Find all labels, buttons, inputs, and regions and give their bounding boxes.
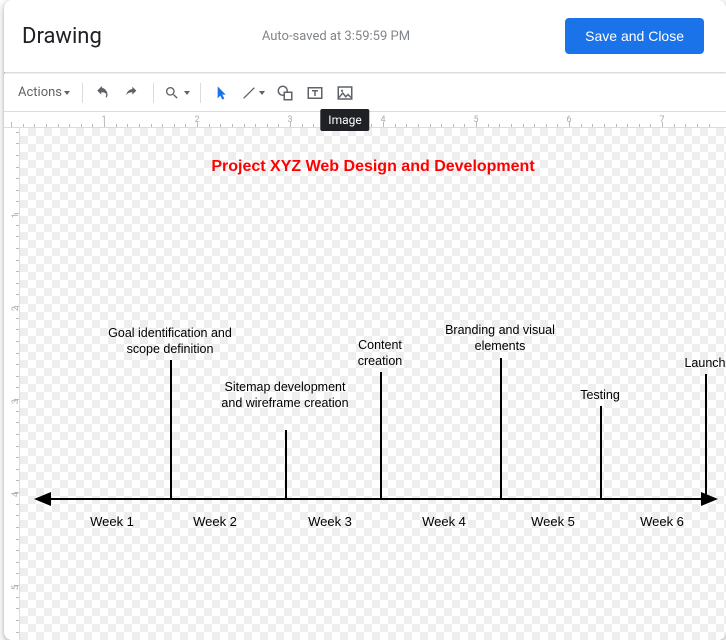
drawing-heading: Project XYZ Web Design and Development [20,158,726,176]
milestone-label: Branding and visual elements [445,323,555,354]
line-tool-button[interactable] [237,79,269,107]
milestone-label: Launch [665,356,726,372]
milestone-label: Goal identification and scope definition [95,326,245,357]
redo-icon [125,85,141,101]
milestone-label: Testing [560,388,640,404]
separator [200,83,201,103]
milestone-line [285,430,287,500]
week-label-5: Week 5 [531,514,575,529]
vertical-ruler: 12345 [4,128,20,640]
toolbar: Actions [4,74,726,112]
separator [153,83,154,103]
zoom-button[interactable] [160,79,194,107]
drawing-canvas[interactable]: Project XYZ Web Design and Development G… [20,128,726,640]
save-and-close-button[interactable]: Save and Close [565,18,704,54]
week-label-6: Week 6 [640,514,684,529]
actions-menu-button[interactable]: Actions [12,79,76,107]
shape-icon [276,84,294,102]
autosave-status: Auto-saved at 3:59:59 PM [262,29,410,44]
week-label-3: Week 3 [308,514,352,529]
week-label-2: Week 2 [193,514,237,529]
milestone-label: Sitemap development and wireframe creati… [220,380,350,411]
chevron-down-icon [184,91,190,95]
milestone-line [380,372,382,500]
milestone-line [705,374,707,500]
select-tool-button[interactable] [207,79,235,107]
milestone-line [170,360,172,500]
arrow-right-icon [701,492,718,506]
week-label-1: Week 1 [90,514,134,529]
workspace: 12345 Project XYZ Web Design and Develop… [4,128,726,640]
image-tool-button[interactable]: Image [331,79,359,107]
dialog-header: Drawing Auto-saved at 3:59:59 PM Save an… [4,0,726,72]
undo-button[interactable] [89,79,117,107]
image-icon [336,84,354,102]
arrow-left-icon [34,492,51,506]
actions-label: Actions [18,85,62,100]
tooltip: Image [320,109,369,131]
shape-tool-button[interactable] [271,79,299,107]
textbox-icon [306,84,324,102]
textbox-tool-button[interactable] [301,79,329,107]
drawing-dialog: Drawing Auto-saved at 3:59:59 PM Save an… [4,0,726,640]
dialog-title: Drawing [22,24,102,49]
redo-button[interactable] [119,79,147,107]
milestone-line [500,358,502,500]
milestone-line [600,406,602,500]
milestone-label: Content creation [340,338,420,369]
chevron-down-icon [259,91,265,95]
cursor-icon [213,85,229,101]
timeline-axis [36,498,716,500]
separator [82,83,83,103]
zoom-icon [164,85,180,101]
week-label-4: Week 4 [422,514,466,529]
chevron-down-icon [64,91,70,95]
line-icon [241,85,257,101]
